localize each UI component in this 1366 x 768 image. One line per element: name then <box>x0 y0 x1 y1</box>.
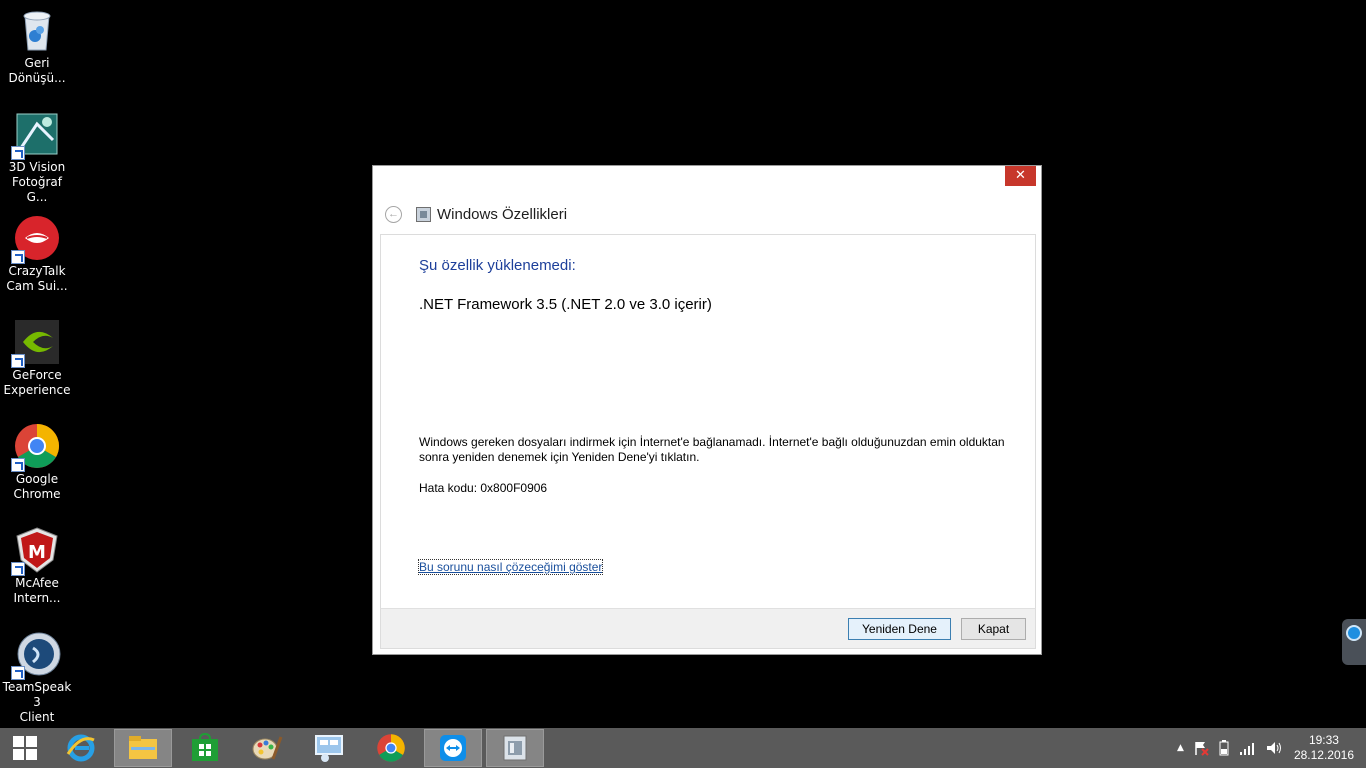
svg-text:M: M <box>28 542 46 563</box>
desktop-icon-label: Google <box>15 472 59 486</box>
action-center-flag-icon[interactable] <box>1193 740 1209 756</box>
dialog-title: Windows Özellikleri <box>437 205 568 223</box>
clock-date: 28.12.2016 <box>1293 748 1354 762</box>
desktop-icon-mcafee[interactable]: M McAfee Intern... <box>0 520 74 606</box>
clock[interactable]: 19:33 28.12.2016 <box>1294 733 1354 763</box>
show-hidden-icons-button[interactable]: ▲ <box>1177 743 1184 753</box>
volume-icon[interactable] <box>1265 740 1283 756</box>
desktop-icon-label: Dönüşü... <box>8 71 66 85</box>
shortcut-arrow-icon <box>11 354 25 368</box>
dialog-header: ← Windows Özellikleri <box>385 204 567 224</box>
windows-features-icon <box>416 206 431 222</box>
desktop-icon-label: Experience <box>3 383 71 397</box>
desktop-icon-recycle-bin[interactable]: Geri Dönüşü... <box>0 0 74 86</box>
taskbar-internet-explorer[interactable] <box>52 729 110 767</box>
folder-icon <box>129 736 157 759</box>
desktop-icon-label: Chrome <box>13 487 61 501</box>
teamviewer-icon <box>440 735 466 761</box>
desktop-icon-teamspeak[interactable]: TeamSpeak 3 Client <box>0 624 74 725</box>
desktop-icon-label: McAfee <box>15 576 59 590</box>
taskbar-teamviewer[interactable] <box>424 729 482 767</box>
help-link[interactable]: Bu sorunu nasıl çözeceğimi göster <box>417 559 604 575</box>
desktop-icon-crazytalk[interactable]: CrazyTalk Cam Sui... <box>0 208 74 294</box>
recycle-bin-icon <box>13 6 61 54</box>
network-signal-icon[interactable] <box>1239 740 1257 756</box>
3d-vision-icon <box>11 110 61 160</box>
desktop-icon-label: Cam Sui... <box>6 279 68 293</box>
desktop-icon-label: TeamSpeak 3 <box>2 680 72 709</box>
desktop-icon-label: Client <box>19 710 55 724</box>
desktop-icon-label: Fotoğraf G... <box>12 175 62 204</box>
desktop-icon-chrome[interactable]: Google Chrome <box>0 416 74 502</box>
battery-icon[interactable] <box>1217 740 1231 756</box>
taskbar: ▲ 19:33 28.12.2016 <box>0 728 1366 768</box>
geforce-icon <box>11 318 61 368</box>
taskbar-remote-desktop[interactable] <box>300 729 358 767</box>
windows-features-dialog: ✕ ← Windows Özellikleri Şu özellik yükle… <box>372 165 1042 655</box>
clock-time: 19:33 <box>1308 733 1339 747</box>
taskbar-paint[interactable] <box>238 729 296 767</box>
shortcut-arrow-icon <box>11 666 25 680</box>
desktop-icon-geforce[interactable]: GeForce Experience <box>0 312 74 398</box>
error-message: Windows gereken dosyaları indirmek için … <box>419 435 1005 464</box>
mcafee-icon: M <box>11 526 61 576</box>
taskbar-windows-features[interactable] <box>486 729 544 767</box>
system-tray: ▲ <box>1172 728 1287 768</box>
chrome-icon <box>11 422 61 472</box>
crazytalk-icon <box>11 214 61 264</box>
close-dialog-button[interactable]: Kapat <box>961 618 1026 640</box>
windows-features-icon <box>503 735 527 761</box>
desktop-icon-label: 3D Vision <box>8 160 66 174</box>
chrome-icon <box>377 734 405 762</box>
taskbar-file-explorer[interactable] <box>114 729 172 767</box>
close-button[interactable]: ✕ <box>1005 166 1036 186</box>
taskbar-chrome[interactable] <box>362 729 420 767</box>
internet-explorer-icon <box>66 734 95 762</box>
shortcut-arrow-icon <box>11 562 25 576</box>
desktop-icon-3d-vision[interactable]: 3D Vision Fotoğraf G... <box>0 104 74 205</box>
feature-name: .NET Framework 3.5 (.NET 2.0 ve 3.0 içer… <box>419 296 712 313</box>
taskbar-store[interactable] <box>176 729 234 767</box>
error-heading: Şu özellik yüklenemedi: <box>419 257 576 274</box>
teamviewer-side-tab[interactable] <box>1342 619 1366 665</box>
error-code: Hata kodu: 0x800F0906 <box>419 481 548 495</box>
desktop-icon-label: GeForce <box>12 368 62 382</box>
shortcut-arrow-icon <box>11 250 25 264</box>
start-button[interactable] <box>0 729 50 767</box>
desktop-icon-label: Geri <box>24 56 50 70</box>
back-arrow-icon[interactable]: ← <box>385 205 402 223</box>
retry-button[interactable]: Yeniden Dene <box>848 618 951 640</box>
desktop-icon-label: Intern... <box>13 591 61 605</box>
network-computer-icon <box>315 735 343 762</box>
shortcut-arrow-icon <box>11 458 25 472</box>
shortcut-arrow-icon <box>11 146 25 160</box>
teamviewer-icon <box>1346 625 1362 641</box>
dialog-footer: Yeniden Dene Kapat <box>380 608 1036 649</box>
teamspeak-icon <box>11 630 61 680</box>
paint-palette-icon <box>252 736 283 760</box>
dialog-content: Şu özellik yüklenemedi: .NET Framework 3… <box>380 234 1036 608</box>
store-icon <box>192 733 218 761</box>
windows-logo-icon <box>13 736 37 760</box>
desktop-icon-label: CrazyTalk <box>8 264 66 278</box>
